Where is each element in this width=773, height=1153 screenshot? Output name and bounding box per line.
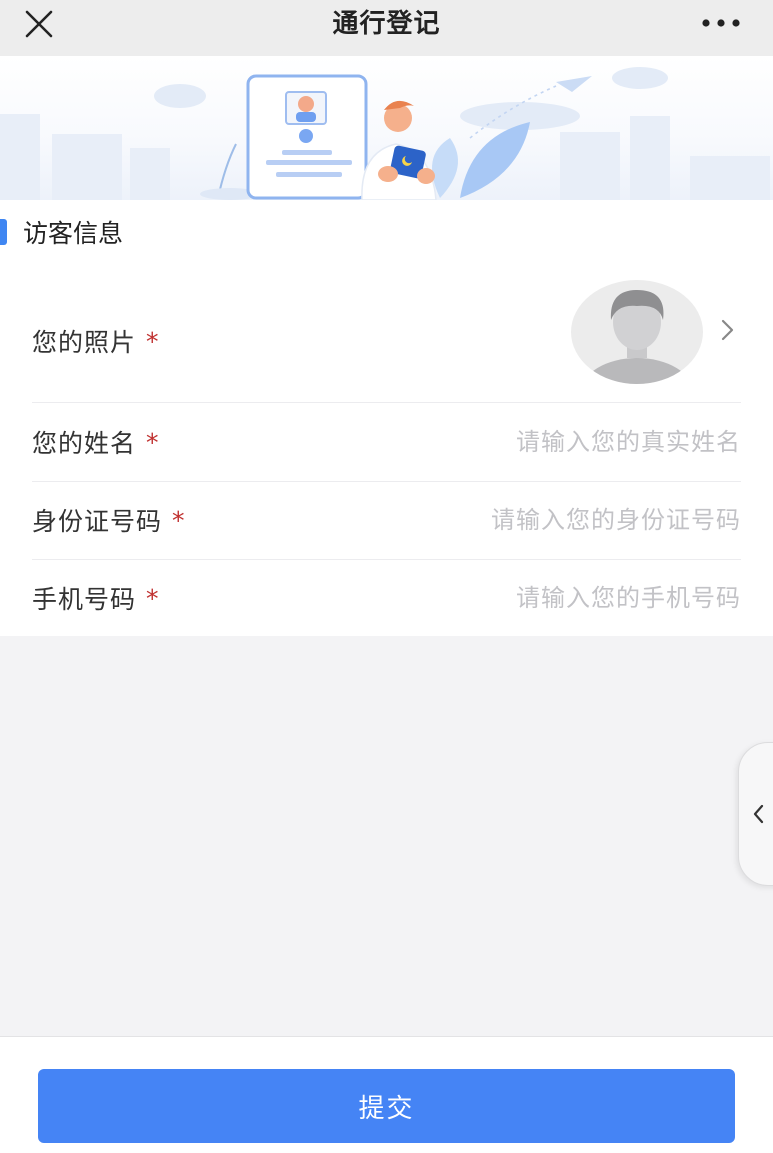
photo-row[interactable]: 您的照片 * [32,280,741,403]
phone-label: 手机号码 [32,585,137,614]
chevron-left-icon [753,804,764,824]
banner [0,56,773,200]
photo-label: 您的照片 [32,328,137,357]
id-number-row: 身份证号码 * [32,481,741,560]
phone-input[interactable] [158,584,741,612]
more-icon [702,19,740,27]
name-input[interactable] [158,428,741,456]
name-row: 您的姓名 * [32,403,741,482]
section-header: 访客信息 [0,214,123,250]
required-mark: * [146,427,159,457]
section-accent-bar [0,219,7,245]
required-mark: * [172,505,185,535]
visitor-registration-illustration [0,67,770,200]
photo-upload[interactable] [571,280,703,384]
phone-row: 手机号码 * [32,559,741,637]
page-title: 通行登记 [332,9,441,39]
footer: 提交 [0,1036,773,1153]
submit-button[interactable]: 提交 [38,1069,735,1143]
id-number-input[interactable] [184,506,741,534]
top-bar: 通行登记 [0,0,773,56]
visitor-info-card: 访客信息 您的照片 * 您的姓名 * 身份证号码 * 手机号码 * [0,200,773,636]
required-mark: * [146,326,159,356]
side-drawer-tab[interactable] [738,742,773,886]
id-number-label: 身份证号码 [32,507,163,536]
required-mark: * [146,583,159,613]
section-title: 访客信息 [23,219,124,248]
avatar-placeholder-icon [582,290,692,384]
more-button[interactable] [699,12,743,34]
name-label: 您的姓名 [32,429,137,458]
chevron-right-icon[interactable] [719,318,737,342]
